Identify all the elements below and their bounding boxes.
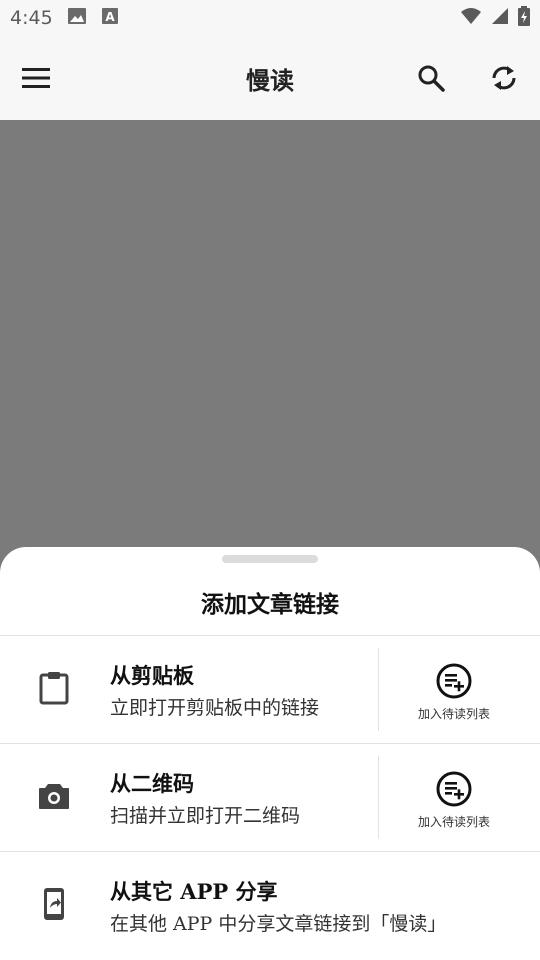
option-subtitle: 立即打开剪贴板中的链接	[110, 697, 320, 719]
font-a-icon: A	[101, 7, 119, 30]
option-title: 从二维码	[110, 771, 194, 796]
svg-text:A: A	[105, 10, 115, 24]
option-title: 从剪贴板	[110, 663, 194, 688]
wifi-icon	[460, 7, 482, 30]
playlist-add-icon	[435, 662, 473, 700]
image-icon	[67, 7, 87, 30]
status-bar: 4:45 A	[0, 0, 540, 36]
app-title: 慢读	[246, 65, 294, 95]
vertical-divider	[378, 648, 379, 731]
sync-icon[interactable]	[484, 58, 524, 98]
playlist-add-icon	[435, 770, 473, 808]
option-title: 从其它 APP 分享	[110, 879, 278, 904]
add-to-queue-label: 加入待读列表	[417, 815, 490, 829]
option-from-other-app[interactable]: 从其它 APP 分享 在其他 APP 中分享文章链接到「慢读」	[0, 852, 540, 959]
option-from-clipboard[interactable]: 从剪贴板 立即打开剪贴板中的链接 加入待读列表	[0, 636, 540, 743]
option-subtitle: 扫描并立即打开二维码	[110, 805, 301, 827]
add-link-bottom-sheet: 添加文章链接 从剪贴板 立即打开剪贴板中的链接 加入待读列表 从二维码 扫描并立…	[0, 547, 540, 960]
app-bar: 慢读	[0, 36, 540, 120]
battery-charging-icon	[518, 5, 530, 31]
option-from-qrcode[interactable]: 从二维码 扫描并立即打开二维码 加入待读列表	[0, 744, 540, 851]
clipboard-icon	[36, 670, 72, 706]
share-phone-icon	[36, 886, 72, 922]
camera-icon	[36, 778, 72, 814]
add-to-queue-button[interactable]: 加入待读列表	[380, 648, 528, 731]
search-icon[interactable]	[411, 58, 451, 98]
sheet-title: 添加文章链接	[201, 591, 339, 618]
drag-handle[interactable]	[222, 555, 318, 563]
option-subtitle: 在其他 APP 中分享文章链接到「慢读」	[110, 913, 447, 935]
vertical-divider	[378, 756, 379, 839]
signal-icon	[490, 7, 510, 30]
add-to-queue-button[interactable]: 加入待读列表	[380, 756, 528, 839]
add-to-queue-label: 加入待读列表	[417, 707, 490, 721]
status-time: 4:45	[10, 7, 53, 29]
